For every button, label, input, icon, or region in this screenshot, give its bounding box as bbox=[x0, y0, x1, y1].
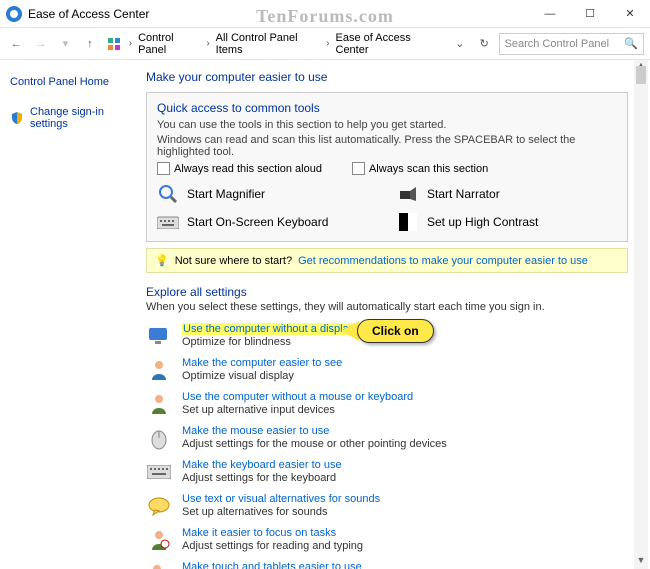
setup-high-contrast-link[interactable]: Set up High Contrast bbox=[397, 211, 617, 233]
setting-desc: Set up alternative input devices bbox=[182, 404, 413, 416]
contrast-icon bbox=[397, 211, 419, 233]
speech-bubble-icon bbox=[146, 493, 172, 519]
lightbulb-icon: 💡 bbox=[155, 254, 169, 267]
recent-dropdown[interactable]: ▾ bbox=[55, 33, 76, 55]
setting-desc: Adjust settings for reading and typing bbox=[182, 540, 363, 552]
search-placeholder: Search Control Panel bbox=[505, 38, 610, 50]
refresh-button[interactable]: ↻ bbox=[474, 33, 495, 55]
start-narrator-link[interactable]: Start Narrator bbox=[397, 183, 617, 205]
setting-without-mouse-keyboard: Use the computer without a mouse or keyb… bbox=[146, 391, 628, 417]
page-heading: Make your computer easier to use bbox=[146, 70, 628, 84]
setting-link[interactable]: Use the computer without a display bbox=[182, 323, 355, 335]
magnifier-icon bbox=[157, 183, 179, 205]
minimize-button[interactable]: — bbox=[530, 0, 570, 28]
start-osk-link[interactable]: Start On-Screen Keyboard bbox=[157, 211, 377, 233]
setting-touch-tablets: Make touch and tablets easier to use Adj… bbox=[146, 561, 628, 569]
always-read-checkbox[interactable]: Always read this section aloud bbox=[157, 162, 322, 175]
display-off-icon bbox=[146, 323, 172, 349]
setting-keyboard-easier: Make the keyboard easier to use Adjust s… bbox=[146, 459, 628, 485]
scroll-down-icon: ▼ bbox=[634, 555, 648, 569]
setting-link[interactable]: Make it easier to focus on tasks bbox=[182, 527, 363, 539]
explore-sub: When you select these settings, they wil… bbox=[146, 301, 628, 313]
setting-focus-tasks: Make it easier to focus on tasks Adjust … bbox=[146, 527, 628, 553]
person-tablet-icon bbox=[146, 561, 172, 569]
recommendations-hint: 💡 Not sure where to start? Get recommend… bbox=[146, 248, 628, 273]
setting-easier-to-see: Make the computer easier to see Optimize… bbox=[146, 357, 628, 383]
forward-button[interactable]: → bbox=[31, 33, 52, 55]
vertical-scrollbar[interactable]: ▲ ▼ bbox=[634, 60, 648, 569]
settings-list: Use the computer without a display Optim… bbox=[146, 323, 628, 569]
crumb-control-panel[interactable]: Control Panel bbox=[136, 29, 202, 59]
setting-desc: Optimize for blindness bbox=[182, 336, 355, 348]
crumb-all-items[interactable]: All Control Panel Items bbox=[214, 29, 322, 59]
hint-text: Not sure where to start? bbox=[175, 255, 292, 267]
narrator-icon bbox=[397, 183, 419, 205]
shield-icon bbox=[10, 111, 24, 125]
address-dropdown[interactable]: ⌄ bbox=[449, 33, 470, 55]
person-see-icon bbox=[146, 357, 172, 383]
setting-mouse-easier: Make the mouse easier to use Adjust sett… bbox=[146, 425, 628, 451]
recommendations-link[interactable]: Get recommendations to make your compute… bbox=[298, 255, 588, 267]
setting-link[interactable]: Use the computer without a mouse or keyb… bbox=[182, 391, 413, 403]
callout-annotation: Click on bbox=[341, 319, 434, 343]
setting-link[interactable]: Make the computer easier to see bbox=[182, 357, 342, 369]
navbar: ← → ▾ ↑ › Control Panel › All Control Pa… bbox=[0, 28, 650, 60]
mouse-icon bbox=[146, 425, 172, 451]
setting-desc: Optimize visual display bbox=[182, 370, 342, 382]
chevron-icon: › bbox=[326, 38, 329, 49]
callout-label: Click on bbox=[357, 319, 434, 343]
setting-desc: Adjust settings for the keyboard bbox=[182, 472, 342, 484]
window-title: Ease of Access Center bbox=[28, 7, 149, 21]
watermark: TenForums.com bbox=[256, 6, 394, 27]
checkbox-icon bbox=[157, 162, 170, 175]
control-panel-icon[interactable] bbox=[104, 33, 125, 55]
setting-sound-alternatives: Use text or visual alternatives for soun… bbox=[146, 493, 628, 519]
main-content: Make your computer easier to use Quick a… bbox=[140, 60, 650, 569]
setting-link[interactable]: Use text or visual alternatives for soun… bbox=[182, 493, 380, 505]
keyboard-icon bbox=[157, 211, 179, 233]
scrollbar-thumb[interactable] bbox=[636, 66, 646, 84]
setting-desc: Set up alternatives for sounds bbox=[182, 506, 380, 518]
quick-access-line2: Windows can read and scan this list auto… bbox=[157, 134, 617, 158]
quick-access-line1: You can use the tools in this section to… bbox=[157, 119, 617, 131]
start-magnifier-link[interactable]: Start Magnifier bbox=[157, 183, 377, 205]
keyboard-icon bbox=[146, 459, 172, 485]
sidebar: Control Panel Home Change sign-in settin… bbox=[0, 60, 140, 569]
setting-link[interactable]: Make touch and tablets easier to use bbox=[182, 561, 362, 569]
setting-desc: Adjust settings for the mouse or other p… bbox=[182, 438, 447, 450]
quick-access-panel: Quick access to common tools You can use… bbox=[146, 92, 628, 242]
person-focus-icon bbox=[146, 527, 172, 553]
search-icon: 🔍 bbox=[624, 37, 638, 50]
chevron-icon: › bbox=[206, 38, 209, 49]
up-button[interactable]: ↑ bbox=[80, 33, 101, 55]
always-scan-checkbox[interactable]: Always scan this section bbox=[352, 162, 488, 175]
quick-access-title: Quick access to common tools bbox=[157, 101, 617, 115]
explore-heading: Explore all settings bbox=[146, 285, 628, 299]
maximize-button[interactable]: ☐ bbox=[570, 0, 610, 28]
chevron-icon: › bbox=[129, 38, 132, 49]
control-panel-home-link[interactable]: Control Panel Home bbox=[8, 72, 132, 92]
sidebar-item-change-signin[interactable]: Change sign-in settings bbox=[8, 102, 132, 134]
close-button[interactable]: ✕ bbox=[610, 0, 650, 28]
setting-without-display: Use the computer without a display Optim… bbox=[146, 323, 628, 349]
setting-link[interactable]: Make the mouse easier to use bbox=[182, 425, 447, 437]
search-input[interactable]: Search Control Panel 🔍 bbox=[499, 33, 645, 55]
back-button[interactable]: ← bbox=[6, 33, 27, 55]
person-input-icon bbox=[146, 391, 172, 417]
checkbox-icon bbox=[352, 162, 365, 175]
app-icon bbox=[6, 6, 22, 22]
setting-link[interactable]: Make the keyboard easier to use bbox=[182, 459, 342, 471]
crumb-ease-of-access[interactable]: Ease of Access Center bbox=[334, 29, 442, 59]
